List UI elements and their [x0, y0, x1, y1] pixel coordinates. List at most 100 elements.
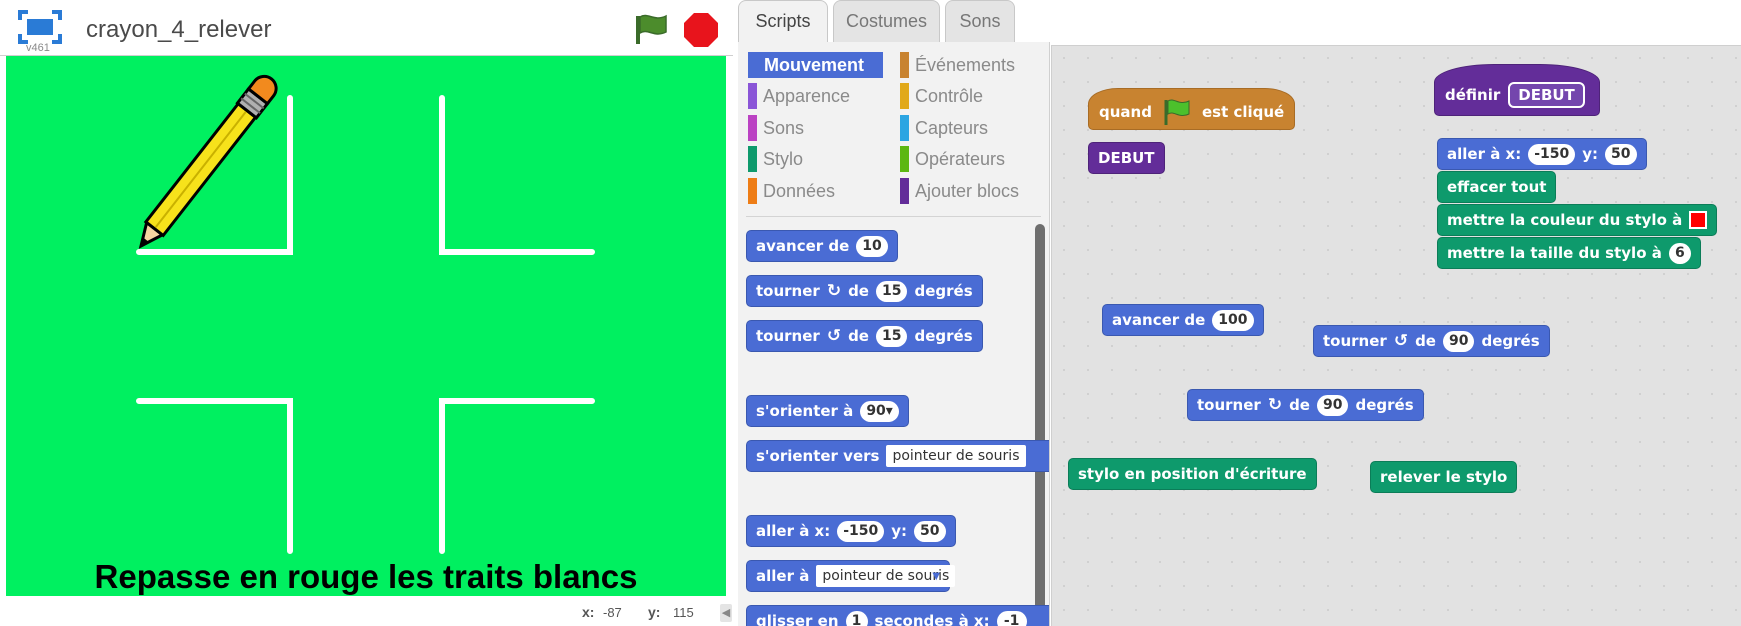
- category-sensing[interactable]: Capteurs: [900, 115, 1035, 141]
- block-label: s'orienter vers: [756, 447, 880, 465]
- x-input[interactable]: -1: [996, 610, 1027, 626]
- block-label: relever le stylo: [1380, 468, 1508, 486]
- tab-sounds[interactable]: Sons: [945, 0, 1015, 42]
- rotate-right-icon: ↻: [826, 281, 842, 301]
- tab-scripts[interactable]: Scripts: [738, 0, 828, 44]
- fullscreen-icon[interactable]: [18, 10, 62, 44]
- degrees-input[interactable]: 90: [1442, 330, 1475, 352]
- block-go-to-xy[interactable]: aller à x: -150 y: 50: [746, 515, 956, 547]
- block-label: aller à x:: [756, 522, 831, 540]
- pen-down-block[interactable]: stylo en position d'écriture: [1068, 458, 1317, 490]
- stage-footer: x: -87 y: 115: [0, 596, 733, 626]
- category-control[interactable]: Contrôle: [900, 83, 1035, 109]
- block-turn-right[interactable]: tourner ↻ de 15 degrés: [746, 275, 983, 307]
- category-label: Apparence: [763, 86, 851, 106]
- set-pen-size-block[interactable]: mettre la taille du stylo à 6: [1437, 237, 1701, 269]
- white-line-top-right: [439, 95, 595, 255]
- block-label: de: [848, 282, 869, 300]
- white-line-bottom-right: [439, 398, 595, 554]
- x-input[interactable]: -150: [1528, 143, 1576, 165]
- block-label: tourner: [1197, 396, 1261, 414]
- mouse-y-label: y:: [648, 604, 661, 620]
- green-flag-icon[interactable]: [632, 12, 672, 46]
- turn-right-90-block[interactable]: tourner ↻ de 90 degrés: [1187, 389, 1424, 421]
- block-turn-left[interactable]: tourner ↺ de 15 degrés: [746, 320, 983, 352]
- palette-divider: [746, 216, 1041, 217]
- degrees-input[interactable]: 15: [875, 280, 908, 302]
- stop-icon[interactable]: [683, 12, 719, 48]
- category-label: Sons: [763, 118, 805, 138]
- category-label: Mouvement: [764, 55, 865, 75]
- block-move-steps[interactable]: avancer de 10: [746, 230, 898, 262]
- go-to-xy-block[interactable]: aller à x: -150 y: 50: [1437, 138, 1647, 170]
- category-operators[interactable]: Opérateurs: [900, 146, 1035, 172]
- rotate-left-icon: ↺: [826, 326, 842, 346]
- category-label: Événements: [915, 55, 1016, 75]
- when-flag-clicked-block[interactable]: quand est cliqué: [1088, 88, 1296, 130]
- block-label: de: [848, 327, 869, 345]
- block-label: quand: [1099, 103, 1152, 121]
- size-input[interactable]: 6: [1668, 242, 1691, 264]
- degrees-input[interactable]: 90: [1316, 394, 1349, 416]
- scratch-editor: v461 crayon_4_relever Repasse en rouge l…: [0, 0, 1741, 626]
- block-label: s'orienter à: [756, 402, 854, 420]
- block-label: mettre la taille du stylo à: [1447, 244, 1662, 262]
- category-label: Stylo: [763, 149, 804, 169]
- block-label: définir: [1445, 86, 1501, 104]
- category-label: Opérateurs: [915, 149, 1006, 169]
- script-area[interactable]: quand est cliqué DEBUT définir DEBUT all…: [1051, 45, 1741, 626]
- collapse-arrow-icon[interactable]: ◀: [720, 604, 732, 622]
- category-data[interactable]: Données: [748, 178, 883, 204]
- block-label: est cliqué: [1201, 103, 1285, 121]
- steps-input[interactable]: 100: [1212, 309, 1254, 331]
- target-dropdown[interactable]: pointeur de souris: [886, 445, 1026, 467]
- set-pen-color-block[interactable]: mettre la couleur du stylo à: [1437, 204, 1718, 236]
- block-label: aller à: [756, 567, 810, 585]
- stage-drawing: [136, 74, 595, 554]
- category-motion[interactable]: Mouvement: [748, 52, 883, 78]
- block-label: secondes à x:: [874, 612, 990, 626]
- block-label: y:: [1582, 145, 1599, 163]
- tab-costumes[interactable]: Costumes: [833, 0, 940, 42]
- category-looks[interactable]: Apparence: [748, 83, 883, 109]
- clear-block[interactable]: effacer tout: [1437, 171, 1557, 203]
- category-pen[interactable]: Stylo: [748, 146, 883, 172]
- block-glide[interactable]: glisser en 1 secondes à x: -1: [746, 605, 1049, 626]
- block-point-in-direction[interactable]: s'orienter à 90▾: [746, 395, 909, 427]
- category-label: Données: [763, 181, 836, 201]
- move-100-block[interactable]: avancer de 100: [1102, 304, 1264, 336]
- y-input[interactable]: 50: [1605, 143, 1637, 165]
- white-line-bottom-left: [136, 398, 293, 554]
- block-label: DEBUT: [1098, 149, 1155, 167]
- x-input[interactable]: -150: [837, 520, 885, 542]
- project-title: crayon_4_relever: [86, 16, 272, 43]
- block-label: mettre la couleur du stylo à: [1447, 211, 1683, 229]
- palette-scrollbar[interactable]: [1035, 224, 1045, 626]
- version-label: v461: [26, 42, 50, 54]
- block-point-towards[interactable]: s'orienter vers pointeur de souris: [746, 440, 1049, 472]
- category-sound[interactable]: Sons: [748, 115, 883, 141]
- y-input[interactable]: 50: [914, 520, 946, 542]
- steps-input[interactable]: 10: [856, 235, 888, 257]
- define-block[interactable]: définir DEBUT: [1434, 64, 1600, 116]
- dropdown-arrow-icon: ▼: [932, 570, 941, 582]
- category-label: Capteurs: [915, 118, 989, 138]
- debut-call-block[interactable]: DEBUT: [1088, 142, 1165, 174]
- category-more-blocks[interactable]: Ajouter blocs: [900, 178, 1035, 204]
- pencil-sprite: [138, 74, 278, 249]
- block-label: tourner: [756, 327, 820, 345]
- block-label: degrés: [914, 282, 973, 300]
- block-label: tourner: [756, 282, 820, 300]
- block-palette: Mouvement Apparence Sons Stylo Données É…: [738, 42, 1050, 626]
- stage[interactable]: Repasse en rouge les traits blancs: [6, 56, 726, 596]
- block-label: avancer de: [1112, 311, 1206, 329]
- pen-color-swatch[interactable]: [1689, 211, 1708, 229]
- block-go-to[interactable]: aller à pointeur de souris ▼: [746, 560, 956, 592]
- turn-left-90-block[interactable]: tourner ↺ de 90 degrés: [1313, 325, 1550, 357]
- pen-up-block[interactable]: relever le stylo: [1370, 461, 1518, 493]
- category-events[interactable]: Événements: [900, 52, 1035, 78]
- degrees-input[interactable]: 15: [875, 325, 908, 347]
- direction-dropdown[interactable]: 90▾: [860, 400, 899, 422]
- define-prototype[interactable]: DEBUT: [1508, 82, 1585, 108]
- seconds-input[interactable]: 1: [845, 610, 868, 626]
